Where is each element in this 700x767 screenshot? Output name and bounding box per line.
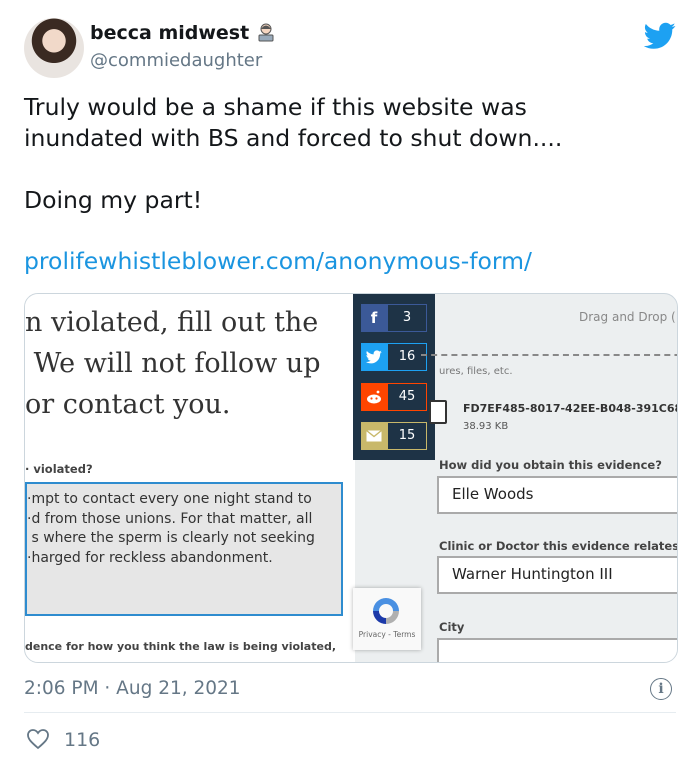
upload-hint: ures, files, etc. [439, 366, 513, 377]
twitter-bird-icon[interactable] [644, 22, 676, 50]
drag-drop-text: Drag and Drop ( [579, 310, 676, 324]
share-email-button[interactable]: 15 [361, 422, 427, 450]
share-twitter-button[interactable]: 16 [361, 343, 427, 371]
description-textarea[interactable]: ·mpt to contact every one night stand to… [25, 482, 343, 616]
evidence-label: dence for how you think the law is being… [25, 640, 336, 653]
obtain-evidence-label: How did you obtain this evidence? [439, 458, 662, 472]
obtain-evidence-input[interactable]: Elle Woods [437, 476, 677, 514]
tweet-media-image[interactable]: n violated, fill out the We will not fol… [24, 293, 678, 663]
author-name-text: becca midwest [90, 22, 250, 44]
tweet-link[interactable]: prolifewhistleblower.com/anonymous-form/ [24, 247, 532, 275]
heart-icon[interactable] [26, 728, 50, 750]
form-right-column: Drag and Drop ( ures, files, etc. FD7EF4… [421, 294, 677, 662]
email-icon [361, 422, 387, 450]
share-facebook-button[interactable]: f 3 [361, 304, 427, 332]
clinic-doctor-input[interactable]: Warner Huntington III [437, 556, 677, 594]
reddit-icon [361, 383, 387, 411]
recaptcha-privacy-terms[interactable]: Privacy - Terms [353, 630, 421, 639]
share-reddit-button[interactable]: 45 [361, 383, 427, 411]
tweet-header: becca midwest @commiedaughter [24, 18, 684, 82]
textarea-text: ·mpt to contact every one night stand to… [27, 491, 315, 566]
form-heading-text: n violated, fill out the We will not fol… [25, 307, 321, 420]
form-left-column: n violated, fill out the We will not fol… [25, 294, 355, 662]
uploaded-file-size: 38.93 KB [463, 421, 509, 432]
author-handle[interactable]: @commiedaughter [90, 50, 262, 71]
recaptcha-badge[interactable]: Privacy - Terms [353, 588, 421, 650]
avatar[interactable] [24, 18, 84, 78]
info-icon[interactable]: i [650, 678, 672, 700]
clinic-doctor-label: Clinic or Doctor this evidence relates t… [439, 539, 678, 553]
twitter-icon [361, 343, 387, 371]
city-label: City [439, 620, 465, 634]
tweet-timestamp[interactable]: 2:06 PM · Aug 21, 2021 [24, 678, 241, 699]
violated-label: · violated? [25, 462, 93, 476]
uploaded-file-name: FD7EF485-8017-42EE-B048-391C685 [463, 402, 678, 415]
file-icon [429, 400, 447, 424]
woman-technologist-emoji-icon [258, 23, 274, 42]
city-input[interactable] [437, 638, 677, 662]
divider [24, 712, 676, 713]
tweet-text: Truly would be a shame if this website w… [24, 93, 563, 214]
author-name[interactable]: becca midwest [90, 22, 276, 44]
like-count: 116 [64, 729, 101, 751]
recaptcha-icon [373, 598, 399, 624]
facebook-icon: f [361, 304, 387, 332]
